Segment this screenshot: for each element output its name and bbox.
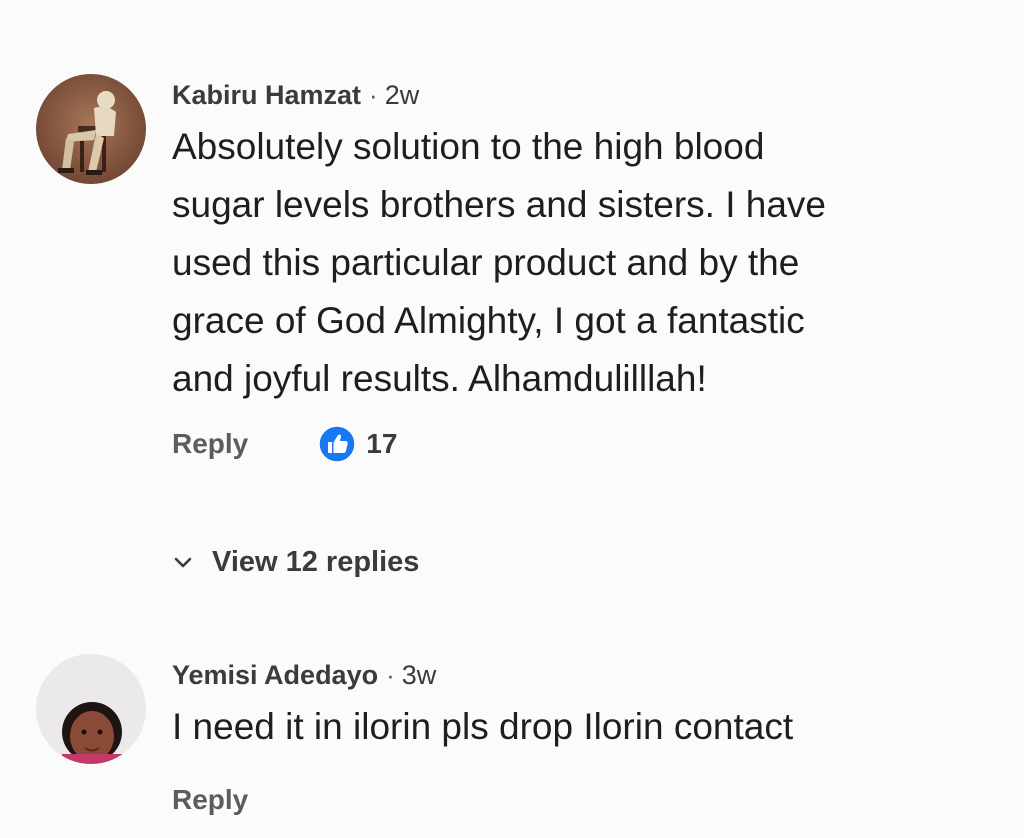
avatar[interactable] [36,654,146,764]
comment-actions: Reply 17 [172,424,1000,464]
author-name[interactable]: Yemisi Adedayo [172,660,378,690]
chevron-down-icon [174,557,192,568]
comment-meta: Yemisi Adedayo · 3w [172,652,1000,698]
view-replies-label: View 12 replies [212,546,420,578]
author-name[interactable]: Kabiru Hamzat [172,80,361,110]
timestamp[interactable]: 2w [385,80,420,110]
timestamp[interactable]: 3w [402,660,437,690]
view-replies-button[interactable]: View 12 replies [172,542,419,582]
comments-list: Kabiru Hamzat · 2w Absolutely solution to … [0,0,1024,838]
comment-meta: Kabiru Hamzat · 2w [172,72,1000,118]
avatar[interactable] [36,74,146,184]
comment-body: Kabiru Hamzat · 2w Absolutely solution to … [172,72,1000,464]
reply-button[interactable]: Reply [172,780,248,820]
comment-body: Yemisi Adedayo · 3w I need it in ilorin pl… [172,652,1000,820]
meta-separator: · [369,80,378,110]
like-count: 17 [366,428,398,459]
comment-text: Absolutely solution to the high blood su… [172,126,826,399]
reaction-summary[interactable]: 17 [318,424,397,464]
user-photo-icon [36,654,146,764]
user-photo-icon [36,74,146,184]
comment-text: I need it in ilorin pls drop Ilorin cont… [172,706,794,747]
meta-separator: · [386,660,395,690]
reply-button[interactable]: Reply [172,424,248,464]
thumbs-up-icon [318,425,356,463]
comment-actions: Reply [172,780,1000,820]
